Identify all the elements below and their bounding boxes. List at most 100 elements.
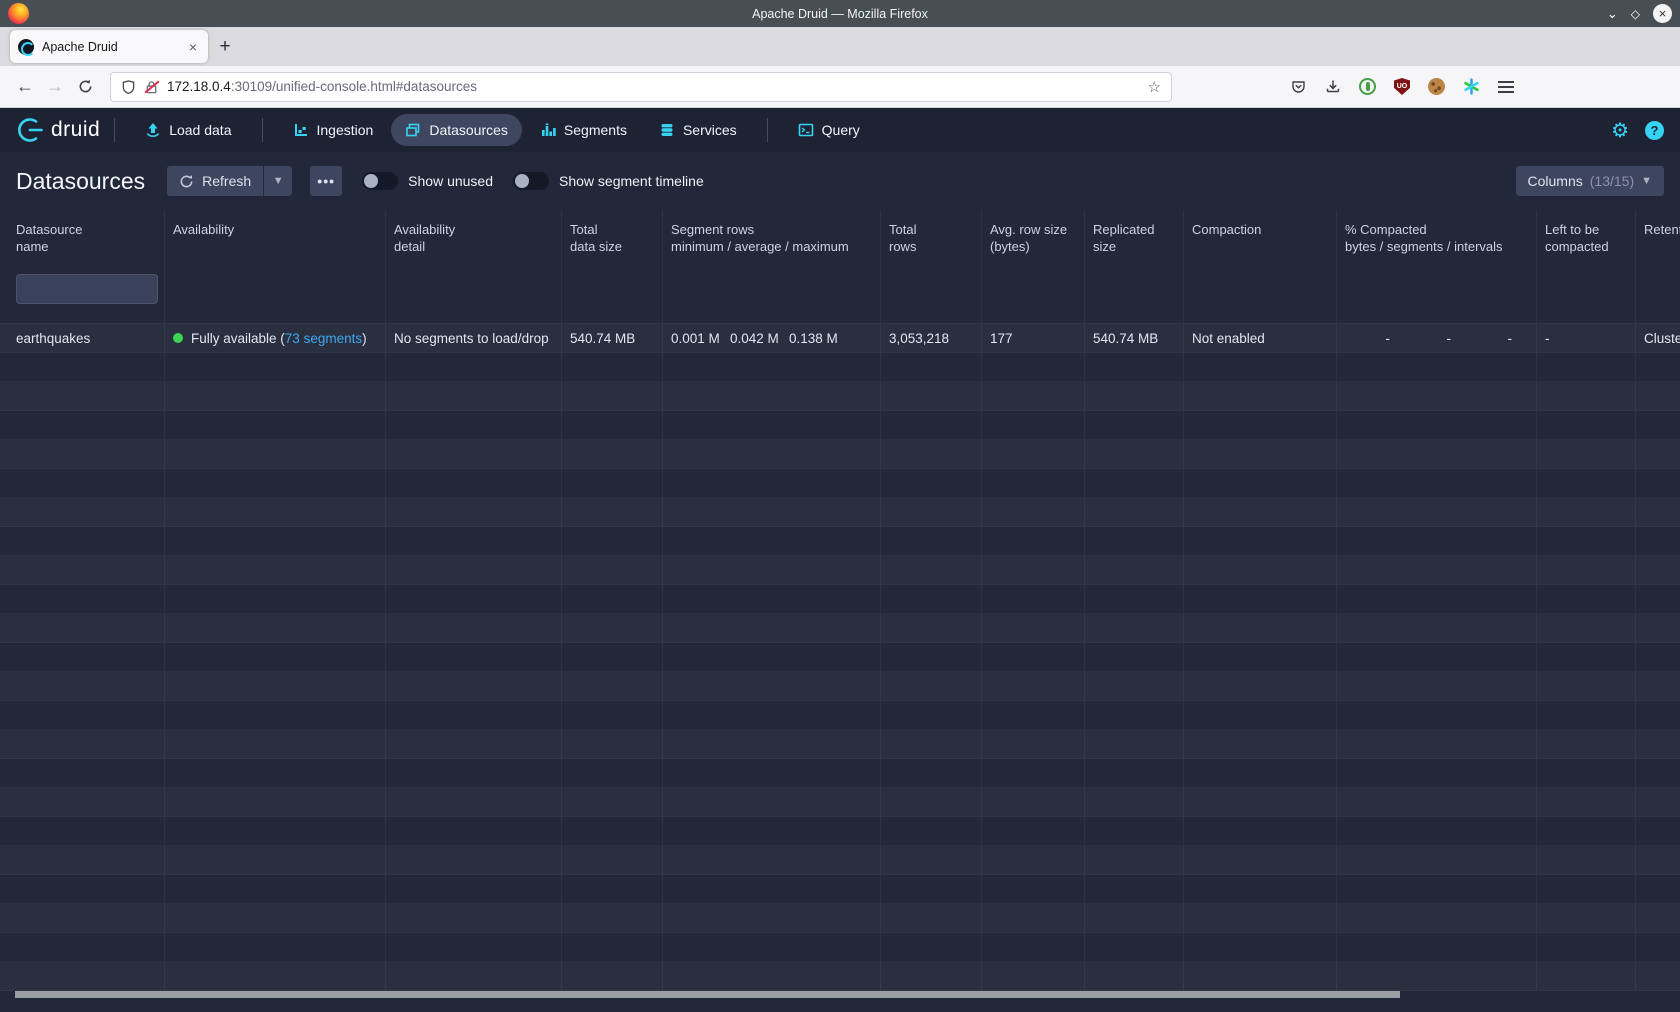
column-header-availability[interactable]: Availability <box>165 210 386 266</box>
firefox-logo-icon <box>8 3 29 24</box>
table-row-empty <box>0 527 1680 556</box>
druid-logo-icon <box>16 116 44 144</box>
column-header-datasource-name[interactable]: Datasourcename <box>0 210 165 266</box>
nav-item-query[interactable]: Query <box>784 114 874 146</box>
refresh-dropdown-button[interactable]: ▼ <box>264 166 292 196</box>
nav-item-services[interactable]: Services <box>645 114 751 146</box>
column-header-compaction[interactable]: Compaction <box>1184 210 1337 266</box>
segment-rows-avg: 0.042 M <box>730 331 789 346</box>
filter-cell <box>1636 266 1680 323</box>
forward-button[interactable]: → <box>40 72 70 102</box>
ingestion-icon <box>293 122 309 138</box>
table-row-empty <box>0 614 1680 643</box>
navbar-right: ⚙ ? <box>1611 118 1664 143</box>
column-header-total-rows[interactable]: Totalrows <box>881 210 982 266</box>
table-row[interactable]: earthquakes Fully available (73 segments… <box>0 324 1680 353</box>
extension-containers-icon[interactable] <box>1463 78 1480 95</box>
cell-total-rows: 3,053,218 <box>881 324 982 352</box>
table-row-empty <box>0 469 1680 498</box>
gear-icon[interactable]: ⚙ <box>1611 118 1629 143</box>
pct-compacted-bytes: - <box>1345 331 1406 346</box>
insecure-lock-icon[interactable] <box>144 79 159 95</box>
url-text: 172.18.0.4:30109/unified-console.html#da… <box>167 79 1140 94</box>
column-header-replicated-size[interactable]: Replicatedsize <box>1085 210 1184 266</box>
nav-item-segments[interactable]: Segments <box>526 114 641 146</box>
table-row-empty <box>0 817 1680 846</box>
cell-segment-rows: 0.001 M 0.042 M 0.138 M <box>663 324 881 352</box>
table-row-empty <box>0 643 1680 672</box>
tab-strip: Apache Druid × + <box>0 27 1680 66</box>
segments-link[interactable]: 73 segments <box>285 331 362 346</box>
close-window-button[interactable]: × <box>1653 4 1672 23</box>
chevron-down-icon[interactable]: ⌄ <box>1607 9 1618 19</box>
segments-icon <box>540 122 556 138</box>
table-row-empty <box>0 788 1680 817</box>
pct-compacted-intervals: - <box>1467 331 1528 346</box>
browser-tab[interactable]: Apache Druid × <box>10 30 208 63</box>
maximize-icon[interactable]: ◇ <box>1631 7 1640 21</box>
druid-logo[interactable]: druid <box>16 116 100 144</box>
back-button[interactable]: ← <box>10 72 40 102</box>
nav-item-datasources[interactable]: Datasources <box>391 114 522 146</box>
column-header-retention[interactable]: Retention <box>1636 210 1680 266</box>
druid-favicon-icon <box>18 39 34 55</box>
download-icon[interactable] <box>1325 79 1341 95</box>
titlebar: Apache Druid — Mozilla Firefox ⌄ ◇ × <box>0 0 1680 27</box>
columns-button[interactable]: Columns (13/15) ▼ <box>1516 166 1665 196</box>
druid-navbar: druid Load data Ingestion Datasources <box>0 108 1680 152</box>
more-actions-button[interactable]: ••• <box>310 166 342 196</box>
table-filter-row <box>0 266 1680 324</box>
filter-cell <box>0 266 165 323</box>
chevron-down-icon: ▼ <box>1641 175 1652 187</box>
table-header-row: Datasourcename Availability Availability… <box>0 210 1680 266</box>
empty-rows <box>0 353 1680 991</box>
cell-availability-detail: No segments to load/drop <box>386 324 562 352</box>
column-header-availability-detail[interactable]: Availabilitydetail <box>386 210 562 266</box>
cell-replicated-size: 540.74 MB <box>1085 324 1184 352</box>
filter-cell <box>881 266 982 323</box>
cell-datasource-name: earthquakes <box>0 324 165 352</box>
datasources-table: Datasourcename Availability Availability… <box>0 210 1680 1012</box>
show-unused-label: Show unused <box>408 173 493 189</box>
extension-privacy-badger-icon[interactable] <box>1359 78 1376 95</box>
help-icon[interactable]: ? <box>1645 121 1664 140</box>
table-row-empty <box>0 701 1680 730</box>
table-row-empty <box>0 846 1680 875</box>
pct-compacted-segments: - <box>1406 331 1467 346</box>
query-icon <box>798 122 814 138</box>
toggle-knob <box>515 174 529 188</box>
new-tab-button[interactable]: + <box>208 30 242 63</box>
segment-rows-min: 0.001 M <box>671 331 730 346</box>
tracking-shield-icon[interactable] <box>121 79 136 95</box>
extension-cookie-icon[interactable] <box>1428 78 1445 95</box>
services-icon <box>659 122 675 138</box>
show-segment-timeline-toggle[interactable] <box>513 172 549 190</box>
hamburger-menu-icon[interactable] <box>1498 81 1514 93</box>
druid-logo-text: druid <box>51 118 100 142</box>
refresh-button[interactable]: Refresh <box>167 166 263 196</box>
bookmark-star-icon[interactable]: ☆ <box>1148 78 1161 96</box>
reload-button[interactable] <box>70 72 100 102</box>
tab-close-icon[interactable]: × <box>186 39 200 55</box>
extension-ublock-icon[interactable]: UO <box>1394 78 1410 95</box>
column-header-pct-compacted[interactable]: % Compactedbytes / segments / intervals <box>1337 210 1537 266</box>
nav-item-load-data[interactable]: Load data <box>131 114 245 146</box>
column-header-segment-rows[interactable]: Segment rowsminimum / average / maximum <box>663 210 881 266</box>
table-row-empty <box>0 933 1680 962</box>
horizontal-scrollbar[interactable] <box>15 991 1400 998</box>
pocket-icon[interactable] <box>1290 79 1307 95</box>
column-header-total-data-size[interactable]: Totaldata size <box>562 210 663 266</box>
nav-item-label: Segments <box>564 122 627 138</box>
column-header-avg-row-size[interactable]: Avg. row size(bytes) <box>982 210 1085 266</box>
cell-avg-row-size: 177 <box>982 324 1085 352</box>
datasources-icon <box>405 122 421 138</box>
show-unused-toggle[interactable] <box>362 172 398 190</box>
nav-item-ingestion[interactable]: Ingestion <box>279 114 388 146</box>
status-dot-icon <box>173 333 183 343</box>
datasource-filter-input[interactable] <box>16 274 158 304</box>
url-bar[interactable]: 172.18.0.4:30109/unified-console.html#da… <box>110 72 1172 102</box>
column-header-left-to-be-compacted[interactable]: Left to becompacted <box>1537 210 1636 266</box>
table-row-empty <box>0 353 1680 382</box>
table-row-empty <box>0 411 1680 440</box>
nav-divider <box>114 118 115 142</box>
